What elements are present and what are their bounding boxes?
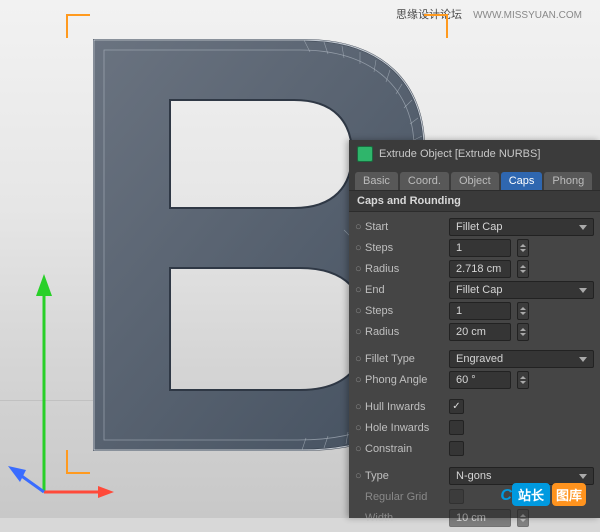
spinner[interactable] (517, 260, 529, 278)
label-hull-inwards: Hull Inwards (365, 401, 445, 413)
select-fillet-type[interactable]: Engraved (449, 350, 594, 368)
label-fillet-type: Fillet Type (365, 353, 445, 365)
label-constrain: Constrain (365, 443, 445, 455)
select-type[interactable]: N-gons (449, 467, 594, 485)
spinner[interactable] (517, 302, 529, 320)
input-radius-end[interactable]: 20 cm (449, 323, 511, 341)
attributes-panel: Extrude Object [Extrude NURBS] Basic Coo… (349, 140, 600, 518)
select-end[interactable]: Fillet Cap (449, 281, 594, 299)
panel-header: Extrude Object [Extrude NURBS] (349, 140, 600, 168)
extrude-icon (357, 146, 373, 162)
label-steps-start: Steps (365, 242, 445, 254)
input-phong-angle[interactable]: 60 ° (449, 371, 511, 389)
panel-tabs: Basic Coord. Object Caps Phong (349, 168, 600, 190)
label-regular-grid: Regular Grid (365, 491, 445, 503)
input-steps-start[interactable]: 1 (449, 239, 511, 257)
watermark-url: WWW.MISSYUAN.COM (473, 10, 582, 21)
axis-gizmo[interactable] (4, 240, 114, 500)
tab-caps[interactable]: Caps (501, 172, 543, 190)
label-radius-end: Radius (365, 326, 445, 338)
spinner[interactable] (517, 371, 529, 389)
wm-b2: 图库 (552, 483, 586, 506)
wm-pre: C (500, 487, 512, 504)
watermark-bottom: C站长图库 (500, 483, 586, 506)
group-caps-and-rounding: Caps and Rounding (349, 190, 600, 212)
panel-title: Extrude Object [Extrude NURBS] (379, 148, 540, 160)
checkbox-hull-inwards[interactable] (449, 399, 464, 414)
tab-phong[interactable]: Phong (544, 172, 592, 190)
select-start[interactable]: Fillet Cap (449, 218, 594, 236)
tab-basic[interactable]: Basic (355, 172, 398, 190)
input-radius-start[interactable]: 2.718 cm (449, 260, 511, 278)
wm-b1: 站长 (512, 483, 550, 506)
tab-object[interactable]: Object (451, 172, 499, 190)
checkbox-constrain[interactable] (449, 441, 464, 456)
label-type: Type (365, 470, 445, 482)
viewport[interactable]: 思缘设计论坛 WWW.MISSYUAN.COM (0, 0, 600, 518)
label-radius-start: Radius (365, 263, 445, 275)
label-hole-inwards: Hole Inwards (365, 422, 445, 434)
label-start: Start (365, 221, 445, 233)
label-phong-angle: Phong Angle (365, 374, 445, 386)
spinner[interactable] (517, 239, 529, 257)
label-end: End (365, 284, 445, 296)
checkbox-regular-grid (449, 489, 464, 504)
spinner[interactable] (517, 323, 529, 341)
input-steps-end[interactable]: 1 (449, 302, 511, 320)
label-steps-end: Steps (365, 305, 445, 317)
checkbox-hole-inwards[interactable] (449, 420, 464, 435)
tab-coord[interactable]: Coord. (400, 172, 449, 190)
